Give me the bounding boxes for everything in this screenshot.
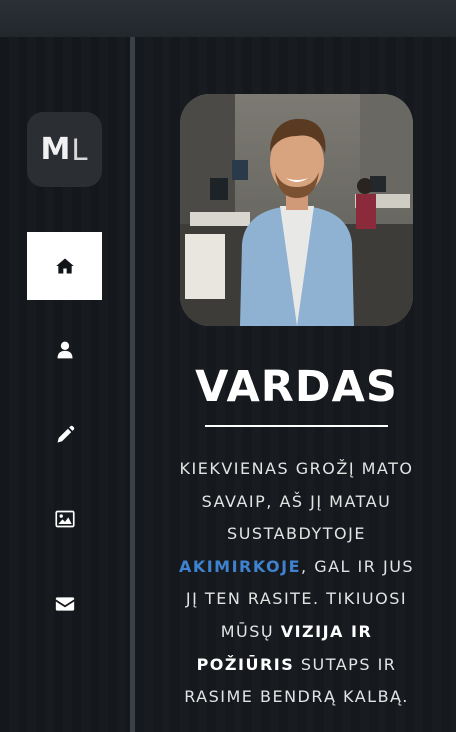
bio-highlight: AKIMIRKOJE: [178, 556, 302, 576]
home-icon: [55, 258, 74, 274]
logo-letter-m: M: [40, 132, 72, 167]
top-bar: [0, 0, 456, 37]
nav-item-home[interactable]: [27, 232, 102, 300]
logo[interactable]: ML: [27, 112, 102, 187]
envelope-icon: [55, 597, 74, 611]
user-icon: [57, 341, 72, 359]
profile-name: VARDAS: [195, 362, 398, 412]
nav-item-edit[interactable]: [27, 401, 102, 469]
nav-item-contact[interactable]: [27, 570, 102, 638]
bio-part-1: KIEKVIENAS GROŽĮ MATO SAVAIP, AŠ JĮ MATA…: [179, 459, 414, 544]
nav-item-about[interactable]: [27, 316, 102, 384]
logo-letter-l: L: [71, 132, 89, 167]
profile-photo: [180, 94, 413, 326]
image-icon: [54, 510, 75, 528]
name-underline: [205, 425, 388, 427]
pencil-icon: [57, 425, 74, 443]
bio-text: KIEKVIENAS GROŽĮ MATO SAVAIP, AŠ JĮ MATA…: [174, 453, 419, 714]
nav-item-gallery[interactable]: [27, 485, 102, 553]
profile-photo-image: [180, 94, 413, 326]
